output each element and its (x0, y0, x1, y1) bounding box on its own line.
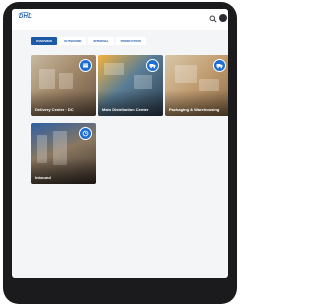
card-packaging[interactable]: Packaging & Warehousing (165, 55, 228, 116)
tab-production[interactable]: PRODUCTION (115, 37, 146, 45)
tab-bar: OVERVIEW OUTBOUND INTERNAL PRODUCTION (31, 37, 146, 45)
tablet-frame: DHL OVERVIEW OUTBOUND INTERNAL PRODUCTIO… (3, 2, 237, 304)
tab-overview[interactable]: OVERVIEW (31, 37, 58, 45)
search-icon[interactable] (209, 15, 217, 23)
box-icon (79, 59, 92, 72)
card-label: Packaging & Warehousing (169, 107, 220, 112)
card-main-distribution[interactable]: Main Distribution Center (98, 55, 163, 116)
truck-icon (146, 59, 159, 72)
top-bar: DHL (12, 9, 228, 30)
card-delivery-center[interactable]: Delivery Center · DC (31, 55, 96, 116)
app-logo[interactable]: DHL (19, 14, 32, 20)
truck-icon (213, 59, 226, 72)
card-label: Main Distribution Center (102, 107, 149, 112)
tab-outbound[interactable]: OUTBOUND (59, 37, 87, 45)
card-label: Inbound (35, 175, 51, 180)
card-shade (31, 158, 96, 184)
card-inbound[interactable]: Inbound (31, 123, 96, 184)
tab-internal[interactable]: INTERNAL (88, 37, 114, 45)
app-screen: DHL OVERVIEW OUTBOUND INTERNAL PRODUCTIO… (12, 9, 228, 278)
card-shade (98, 90, 163, 116)
card-shade (31, 90, 96, 116)
card-shade (165, 90, 228, 116)
card-label: Delivery Center · DC (35, 107, 74, 112)
avatar[interactable] (219, 14, 227, 22)
clock-icon (79, 127, 92, 140)
